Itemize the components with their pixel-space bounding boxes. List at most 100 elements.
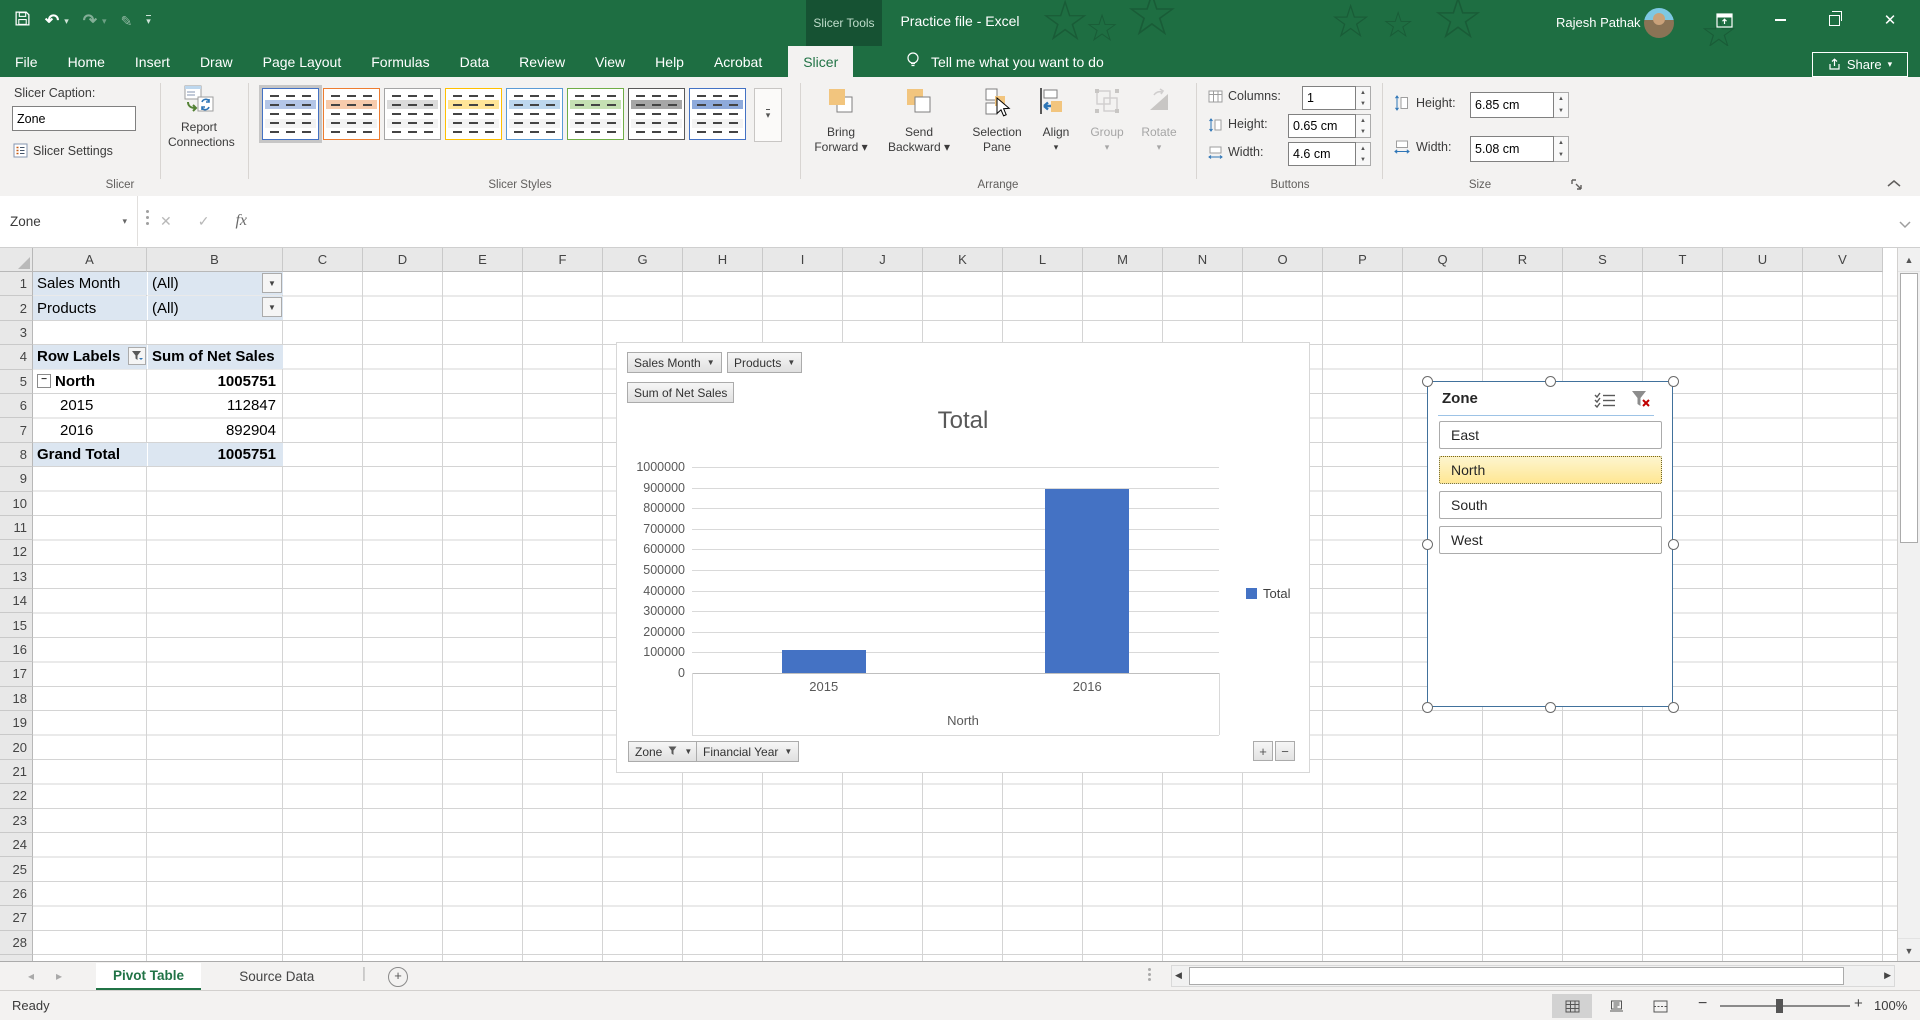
size-height-spinner[interactable]: ▲▼ <box>1554 92 1569 118</box>
tab-help[interactable]: Help <box>640 46 699 77</box>
row-header-20[interactable]: 20 <box>0 735 33 759</box>
tab-formulas[interactable]: Formulas <box>356 46 444 77</box>
slicer-style-light-orange[interactable] <box>323 88 380 140</box>
report-connections-button[interactable]: Report Connections <box>168 85 230 150</box>
name-box-dropdown-icon[interactable]: ▾ <box>122 216 127 227</box>
pivot-filter-value[interactable]: (All)▼ <box>147 272 283 295</box>
pivot-chart[interactable]: Total Total North 0100000200000300000400… <box>616 342 1310 773</box>
slicer-item-west[interactable]: West <box>1439 526 1662 554</box>
row-header-5[interactable]: 5 <box>0 370 33 394</box>
scroll-down-icon[interactable]: ▼ <box>1898 938 1920 962</box>
zoom-slider-thumb[interactable] <box>1776 999 1783 1013</box>
sheet-tab-source-data[interactable]: Source Data <box>222 963 331 990</box>
hscroll-right-icon[interactable]: ▶ <box>1884 970 1891 981</box>
zoom-out-icon[interactable]: − <box>1698 995 1707 1013</box>
row-header-9[interactable]: 9 <box>0 467 33 491</box>
send-backward-button[interactable]: SendBackward ▾ <box>879 125 959 155</box>
row-header-25[interactable]: 25 <box>0 857 33 881</box>
size-width-input[interactable] <box>1470 136 1554 162</box>
row-header-23[interactable]: 23 <box>0 809 33 833</box>
zone-slicer[interactable]: Zone EastNorthSouthWest <box>1427 381 1673 707</box>
expand-formula-bar-icon[interactable] <box>1898 216 1912 234</box>
column-header-F[interactable]: F <box>523 248 603 272</box>
tab-data[interactable]: Data <box>445 46 505 77</box>
tab-insert[interactable]: Insert <box>120 46 185 77</box>
pivot-row-value[interactable]: 112847 <box>147 394 283 417</box>
slicer-style-light-blue[interactable] <box>506 88 563 140</box>
row-header-21[interactable]: 21 <box>0 760 33 784</box>
slicer-item-north[interactable]: North <box>1439 456 1662 484</box>
slicer-settings-button[interactable]: Slicer Settings <box>13 143 113 158</box>
selection-handle[interactable] <box>1422 376 1433 387</box>
row-header-16[interactable]: 16 <box>0 638 33 662</box>
tab-draw[interactable]: Draw <box>185 46 248 77</box>
selection-handle[interactable] <box>1422 539 1433 550</box>
collapse-outline-icon[interactable]: − <box>37 374 51 388</box>
pivot-header-row-labels[interactable]: Row Labels <box>33 345 147 368</box>
columns-spinner[interactable]: ▲▼ <box>1356 86 1371 110</box>
column-header-L[interactable]: L <box>1003 248 1083 272</box>
slicer-style-light-gray[interactable] <box>384 88 441 140</box>
chart-field-button-products[interactable]: Products▼ <box>727 352 802 373</box>
slicer-caption-input[interactable] <box>12 106 136 131</box>
pivot-row-label[interactable]: Grand Total <box>33 443 147 466</box>
save-icon[interactable] <box>14 10 31 32</box>
undo-icon[interactable]: ↶ <box>45 11 59 31</box>
filter-dropdown-icon[interactable]: ▼ <box>262 297 282 317</box>
pivot-row-label[interactable]: 2016 <box>33 418 147 441</box>
new-sheet-button[interactable]: + <box>388 967 408 987</box>
column-header-M[interactable]: M <box>1083 248 1163 272</box>
zoom-level[interactable]: 100% <box>1874 998 1907 1013</box>
pivot-row-value[interactable]: 892904 <box>147 418 283 441</box>
chart-bar-2015[interactable] <box>782 650 866 673</box>
slicer-style-dark-blue[interactable] <box>689 88 746 140</box>
horizontal-scrollbar[interactable]: ◀ ▶ <box>1171 965 1895 987</box>
row-header-13[interactable]: 13 <box>0 565 33 589</box>
slicer-item-east[interactable]: East <box>1439 421 1662 449</box>
share-button[interactable]: Share ▾ <box>1812 52 1908 77</box>
selection-handle[interactable] <box>1668 702 1679 713</box>
row-header-7[interactable]: 7 <box>0 418 33 442</box>
selection-handle[interactable] <box>1668 539 1679 550</box>
sheet-nav-right-icon[interactable]: ▸ <box>56 969 62 983</box>
sheet-nav-left-icon[interactable]: ◂ <box>28 969 34 983</box>
column-header-S[interactable]: S <box>1563 248 1643 272</box>
column-header-U[interactable]: U <box>1723 248 1803 272</box>
tab-acrobat[interactable]: Acrobat <box>699 46 777 77</box>
slicer-style-light-blue-selected[interactable] <box>262 88 319 140</box>
row-header-4[interactable]: 4 <box>0 345 33 369</box>
slicer-style-light-green[interactable] <box>567 88 624 140</box>
row-header-15[interactable]: 15 <box>0 613 33 637</box>
slicer-style-dark-gray[interactable] <box>628 88 685 140</box>
row-header-22[interactable]: 22 <box>0 784 33 808</box>
chart-axis-field-button-zone[interactable]: Zone▼ <box>628 741 699 762</box>
tab-home[interactable]: Home <box>53 46 120 77</box>
undo-dropdown-icon[interactable]: ▾ <box>64 16 69 27</box>
column-header-H[interactable]: H <box>683 248 763 272</box>
row-header-24[interactable]: 24 <box>0 833 33 857</box>
column-header-K[interactable]: K <box>923 248 1003 272</box>
column-header-N[interactable]: N <box>1163 248 1243 272</box>
close-button[interactable]: ✕ <box>1868 0 1912 40</box>
restore-button[interactable] <box>1812 0 1856 40</box>
size-width-spinner[interactable]: ▲▼ <box>1554 136 1569 162</box>
user-name[interactable]: Rajesh Pathak <box>1556 15 1641 30</box>
chart-legend[interactable]: Total <box>1246 586 1290 601</box>
customize-qat-icon[interactable]: ▾ <box>146 15 151 27</box>
chart-axis-field-button-financial-year[interactable]: Financial Year▼ <box>696 741 799 762</box>
row-header-1[interactable]: 1 <box>0 272 33 296</box>
selection-handle[interactable] <box>1422 702 1433 713</box>
row-header-3[interactable]: 3 <box>0 321 33 345</box>
column-header-B[interactable]: B <box>147 248 283 272</box>
tab-splitter-handle[interactable] <box>1148 968 1151 981</box>
collapse-ribbon-icon[interactable] <box>1886 175 1902 193</box>
chart-zoom-in-button[interactable]: + <box>1253 741 1273 761</box>
column-header-C[interactable]: C <box>283 248 363 272</box>
column-header-G[interactable]: G <box>603 248 683 272</box>
selection-handle[interactable] <box>1668 376 1679 387</box>
pivot-row-value[interactable]: 1005751 <box>147 370 283 393</box>
buttons-height-input[interactable] <box>1288 114 1356 138</box>
button-height-spinner[interactable]: ▲▼ <box>1356 114 1371 138</box>
row-header-12[interactable]: 12 <box>0 540 33 564</box>
buttons-columns-input[interactable] <box>1302 86 1356 110</box>
